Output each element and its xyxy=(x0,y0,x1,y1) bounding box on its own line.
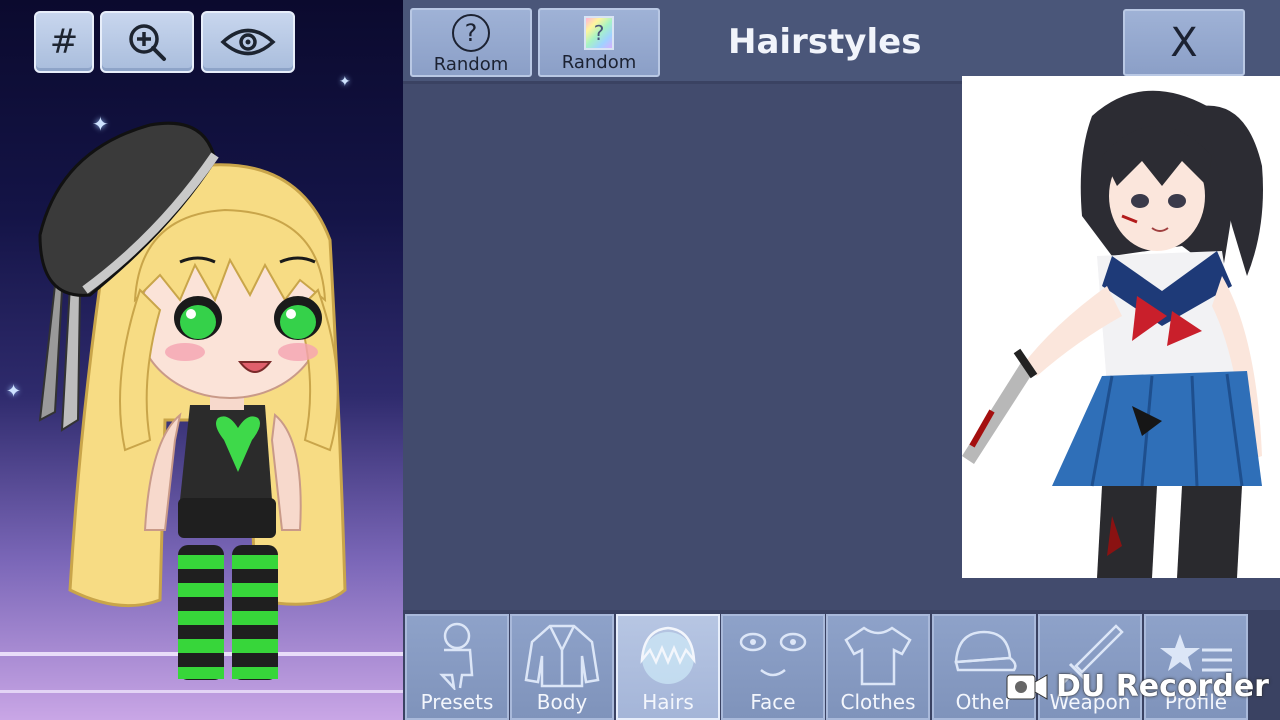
category-face[interactable]: Face xyxy=(721,614,825,720)
category-label: Presets xyxy=(420,690,494,714)
panel-title: Hairstyles xyxy=(728,22,922,62)
category-label: Clothes xyxy=(840,690,916,714)
category-clothes[interactable]: Clothes xyxy=(826,614,930,720)
random-color-button-label: Random xyxy=(561,52,637,73)
camera-icon xyxy=(1006,674,1048,700)
reference-character-image xyxy=(962,76,1280,578)
category-hairs[interactable]: Hairs xyxy=(616,614,720,720)
character-preview-stage: ✦ ✦ ✦ ✦ xyxy=(0,0,403,720)
character-avatar[interactable] xyxy=(0,0,403,720)
random-button[interactable]: ? Random xyxy=(410,8,532,77)
hash-label: # xyxy=(49,22,79,62)
question-icon: ? xyxy=(452,14,490,52)
category-label: Face xyxy=(750,690,796,714)
hair-icon xyxy=(640,626,696,684)
category-label: Body xyxy=(536,690,588,714)
toggle-visibility-button[interactable] xyxy=(201,11,295,73)
close-label: X xyxy=(1170,19,1198,66)
shirt-icon xyxy=(844,626,912,686)
random-button-label: Random xyxy=(433,54,509,75)
eye-icon xyxy=(220,28,276,56)
category-label: Hairs xyxy=(642,690,694,714)
jacket-icon xyxy=(524,624,600,688)
zoom-button[interactable] xyxy=(100,11,194,73)
zoom-in-icon xyxy=(129,24,166,61)
rainbow-question-icon: ? xyxy=(584,16,614,50)
person-icon xyxy=(439,622,474,690)
reference-image-overlay xyxy=(962,76,1280,578)
random-color-button[interactable]: ? Random xyxy=(538,8,660,77)
category-body[interactable]: Body xyxy=(510,614,614,720)
category-presets[interactable]: Presets xyxy=(405,614,509,720)
close-button[interactable]: X xyxy=(1123,9,1245,76)
recorder-watermark: DU Recorder xyxy=(1006,664,1269,708)
watermark-text: DU Recorder xyxy=(1056,668,1269,704)
hash-button[interactable]: # xyxy=(34,11,94,73)
face-icon xyxy=(739,632,807,677)
